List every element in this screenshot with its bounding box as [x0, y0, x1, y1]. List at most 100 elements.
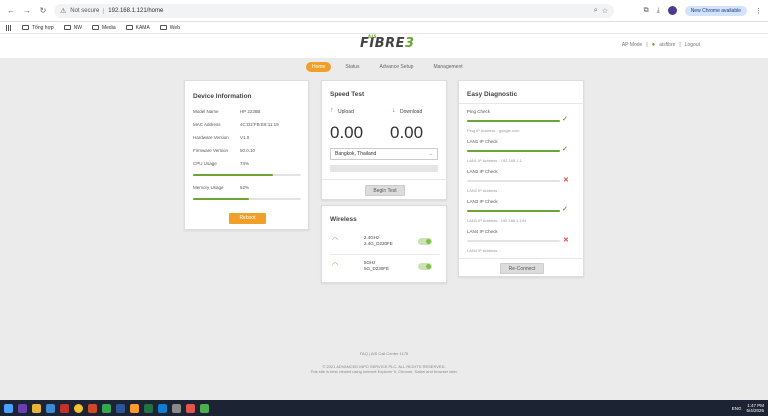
username: aisfibre: [659, 42, 676, 48]
profile-avatar[interactable]: [667, 6, 677, 15]
tab-status[interactable]: Status: [339, 62, 365, 72]
new-chrome-button[interactable]: New Chrome available: [684, 5, 747, 16]
reconnect-button[interactable]: Re-Connect: [500, 263, 544, 274]
system-tray: ENG 1:47 PM 5/4/2026: [732, 403, 764, 413]
chrome-icon[interactable]: [74, 403, 83, 413]
taskbar-app-icon[interactable]: [130, 403, 139, 413]
bookmarks-bar: Tổng hợp NW Media KAMA Web: [0, 22, 768, 34]
bookmark-item[interactable]: Web: [159, 25, 180, 31]
diag-check-name: LAN4 IP Check: [467, 229, 498, 234]
device-info-card: Device Information Model Name HP 2238B M…: [184, 80, 309, 230]
user-area: AP Mode | ● aisfibre | Logout: [621, 42, 700, 48]
divider: [459, 258, 585, 259]
diag-check-detail: LAN2 IP Address : -: [467, 188, 503, 193]
diag-bar: [467, 120, 560, 122]
cross-icon: ✕: [563, 237, 569, 244]
diag-bar: [467, 150, 560, 152]
language-indicator[interactable]: ENG: [732, 406, 742, 411]
bookmark-item[interactable]: Media: [91, 25, 116, 31]
divider: [322, 179, 448, 180]
diag-bar-fill: [467, 210, 560, 212]
taskbar-app-icon[interactable]: [200, 403, 209, 413]
taskbar-app-icon[interactable]: [32, 403, 41, 413]
diag-check-name: LAN3 IP Check: [467, 199, 498, 204]
footer-links[interactable]: FAQ | AIS Call Center 1175: [0, 351, 768, 356]
folder-icon: [91, 25, 99, 30]
info-value: 50.0.10: [240, 148, 256, 153]
info-label: Hardware Version: [193, 135, 229, 140]
logout-link[interactable]: Logout: [685, 42, 700, 48]
taskbar-app-icon[interactable]: [186, 403, 195, 413]
diag-check-detail: LAN1 IP Address : 192.168.1.1: [467, 158, 522, 163]
browser-toolbar: ← → ↻ ⚠ Not secure 192.168.1.121/home ⌕ …: [0, 0, 768, 22]
wireless-title: Wireless: [330, 216, 357, 223]
device-info-title: Device Information: [193, 93, 252, 100]
forward-icon[interactable]: →: [22, 6, 32, 16]
chevron-down-icon: ⌄: [428, 151, 433, 157]
diag-check-name: LAN1 IP Check: [467, 139, 498, 144]
clock[interactable]: 1:47 PM 5/4/2026: [746, 403, 764, 413]
taskbar-app-icon[interactable]: [116, 403, 125, 413]
taskbar-app-icon[interactable]: [158, 403, 167, 413]
apps-icon[interactable]: [6, 24, 12, 31]
info-label: Model Name: [193, 109, 219, 114]
back-icon[interactable]: ←: [6, 6, 16, 16]
download-arrow-icon: ↓: [392, 107, 396, 114]
address-bar[interactable]: ⚠ Not secure 192.168.1.121/home ⌕ ☆: [54, 3, 614, 18]
check-icon: ✓: [562, 206, 568, 213]
taskbar-app-icon[interactable]: [18, 403, 27, 413]
folder-icon: [22, 25, 29, 30]
extension-icon[interactable]: ⧉: [644, 7, 649, 15]
bookmark-item[interactable]: KAMA: [125, 25, 150, 31]
memory-usage-bar: [193, 198, 301, 200]
menu-icon[interactable]: ⋮: [755, 7, 762, 15]
info-value: 74%: [240, 161, 250, 166]
fibre3-logo: AIS FIBRE3: [360, 34, 415, 51]
diag-check-detail: LAN3 IP Address : 192.168.1.194: [467, 218, 527, 223]
bookmark-item[interactable]: NW: [63, 25, 82, 31]
diagnostic-card: Easy Diagnostic Ping Check ✓ Ping IP Add…: [458, 80, 585, 277]
diag-bar-fill: [467, 150, 560, 152]
taskbar-app-icon[interactable]: [144, 403, 153, 413]
windows-start-icon[interactable]: [4, 403, 13, 413]
begin-test-button[interactable]: Begin Test: [365, 185, 405, 196]
taskbar-app-icon[interactable]: [46, 403, 55, 413]
tab-management[interactable]: Management: [427, 62, 468, 72]
tab-advance-setup[interactable]: Advance Setup: [374, 62, 420, 72]
taskbar-app-icon[interactable]: [102, 403, 111, 413]
wifi-5g-toggle[interactable]: [418, 263, 432, 270]
download-icon[interactable]: ⤓: [657, 7, 660, 15]
info-label: CPU Usage: [193, 161, 217, 166]
diag-check-detail: Ping IP Address : google.com: [467, 128, 520, 133]
reload-icon[interactable]: ↻: [38, 6, 48, 16]
wireless-card: Wireless ◠ 2.4GHz 2.4G_D230FE ◠ 5GHz 5G_…: [321, 205, 447, 283]
server-select[interactable]: Bangkok, Thailand ⌄: [330, 148, 438, 160]
info-value: HP 2238B: [240, 109, 261, 114]
main-nav: Home Status Advance Setup Management: [306, 62, 469, 72]
ap-mode-link[interactable]: AP Mode: [622, 42, 642, 48]
download-value: 0.00: [390, 123, 424, 142]
speed-progress-bar: [330, 165, 438, 172]
taskbar-app-icon[interactable]: [60, 403, 69, 413]
folder-icon: [63, 25, 71, 30]
divider: [330, 254, 440, 255]
star-icon[interactable]: ☆: [602, 7, 608, 15]
tab-home[interactable]: Home: [306, 62, 332, 72]
check-icon: ✓: [562, 116, 568, 123]
upload-label: Upload: [338, 109, 354, 115]
zoom-icon[interactable]: ⌕: [594, 7, 598, 15]
info-value: V1.0: [240, 135, 250, 140]
speed-test-card: Speed Test ↑ Upload ↓ Download 0.00 0.00…: [321, 80, 448, 200]
reboot-button[interactable]: Reboot: [229, 213, 266, 224]
memory-usage-fill: [193, 198, 250, 200]
bookmark-item[interactable]: Tổng hợp: [22, 25, 54, 31]
wifi-ssid: 5G_D230FE: [364, 266, 390, 271]
wifi-24-toggle[interactable]: [418, 238, 432, 245]
diag-bar: [467, 180, 560, 182]
url-text[interactable]: 192.168.1.121/home: [108, 8, 590, 14]
taskbar-app-icon[interactable]: [88, 403, 97, 413]
info-label: Memory Usage: [193, 185, 224, 190]
taskbar-app-icon[interactable]: [172, 403, 181, 413]
cpu-usage-bar: [193, 174, 301, 176]
cpu-usage-fill: [193, 174, 273, 176]
